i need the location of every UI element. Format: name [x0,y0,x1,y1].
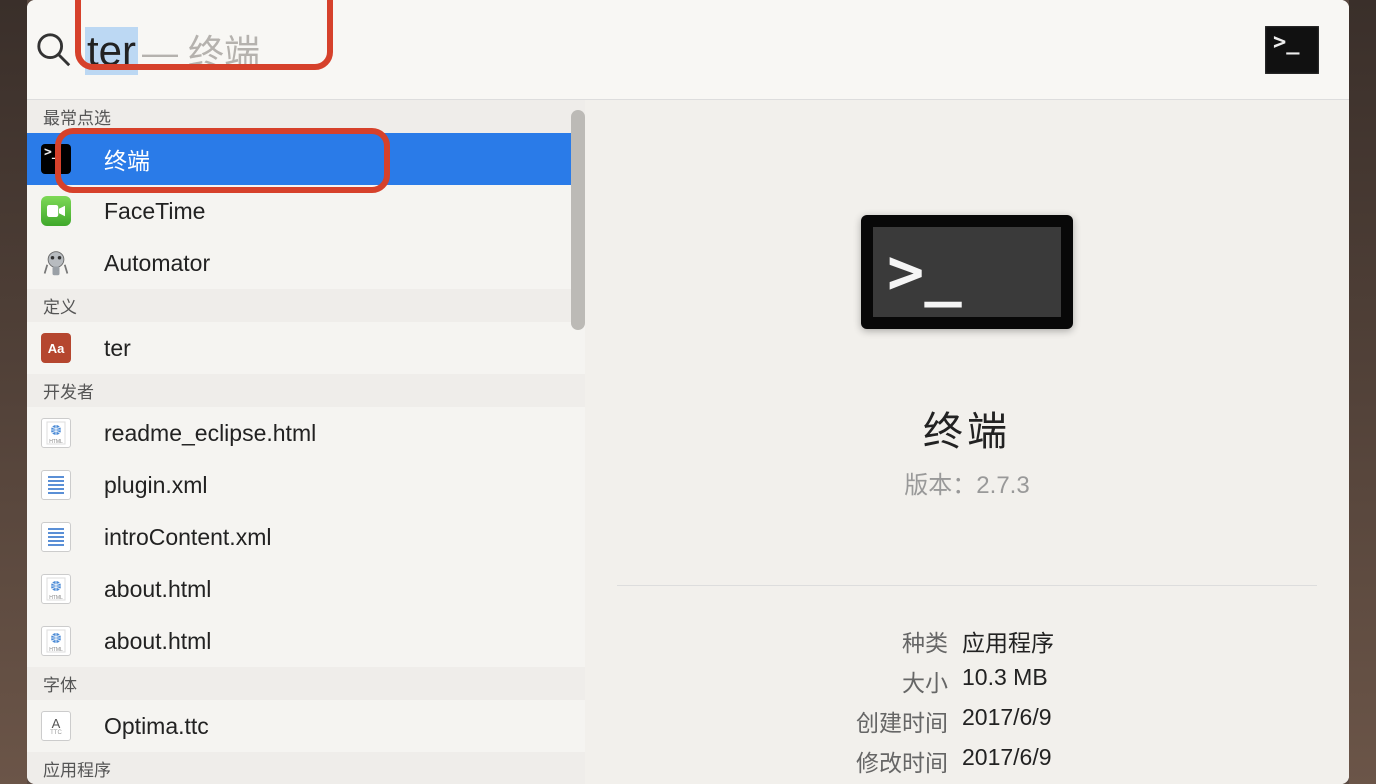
background-edge [1349,0,1376,784]
svg-text:HTML: HTML [49,647,63,653]
result-item-label: FaceTime [104,198,205,225]
metadata-value: 2017/6/9 [962,704,1052,738]
svg-text:HTML: HTML [49,595,63,601]
dictionary-icon: Aa [41,333,71,363]
result-item[interactable]: HTML about.html [27,563,585,615]
result-item[interactable]: plugin.xml [27,459,585,511]
metadata-label: 创建时间 [617,704,962,738]
font-file-icon: ATTC [41,711,71,741]
xml-file-icon [41,470,71,500]
html-file-icon: HTML [41,626,71,656]
section-header: 最常点选 [27,100,585,133]
automator-icon [41,248,71,278]
html-file-icon: HTML [41,574,71,604]
metadata-value: 2017/6/9 [962,744,1052,778]
metadata-row: 创建时间2017/6/9 [617,704,1317,738]
section-header: 字体 [27,667,585,700]
background-edge [0,0,27,784]
result-item[interactable]: HTML about.html [27,615,585,667]
facetime-icon [41,196,71,226]
result-item[interactable]: HTML readme_eclipse.html [27,407,585,459]
metadata-row: 大小10.3 MB [617,664,1317,698]
preview-pane: >_ 终端 版本：2.7.3 种类应用程序大小10.3 MB创建时间2017/6… [585,100,1349,784]
metadata-value: 10.3 MB [962,664,1048,698]
divider [617,585,1317,586]
section-header: 开发者 [27,374,585,407]
spotlight-window: ter — 终端 >_ 最常点选>_终端FaceTimeAutomator定义A… [27,0,1349,784]
preview-version: 版本：2.7.3 [904,465,1029,500]
result-item-label: 终端 [104,142,150,176]
preview-title: 终端 [923,399,1011,457]
result-item-label: plugin.xml [104,472,208,499]
search-input[interactable]: ter — 终端 [85,24,1265,76]
terminal-icon: >_ [1265,26,1319,74]
html-file-icon: HTML [41,418,71,448]
result-item-label: ter [104,335,131,362]
result-item[interactable]: Aa ter [27,322,585,374]
metadata-row: 修改时间2017/6/9 [617,744,1317,778]
section-header: 定义 [27,289,585,322]
search-completion-text: — 终端 [142,24,260,76]
xml-file-icon [41,522,71,552]
metadata-row: 种类应用程序 [617,624,1317,658]
search-bar[interactable]: ter — 终端 >_ [27,0,1349,100]
result-item-label: about.html [104,628,211,655]
svg-text:HTML: HTML [49,439,63,445]
results-list[interactable]: 最常点选 >_ 终端 FaceTime Automator 定义 Aa ter 开发者 HTML r… [27,100,585,784]
section-header: 应用程序 [27,752,585,784]
result-item[interactable]: introContent.xml [27,511,585,563]
result-item[interactable]: FaceTime [27,185,585,237]
metadata-value: 应用程序 [962,624,1054,658]
result-item-label: about.html [104,576,211,603]
result-item[interactable]: >_ 终端 [27,133,585,185]
search-icon [35,31,73,69]
scrollbar[interactable] [571,110,585,330]
metadata-label: 种类 [617,624,962,658]
metadata-label: 大小 [617,664,962,698]
terminal-icon: >_ [41,144,71,174]
result-item-label: Optima.ttc [104,713,209,740]
terminal-icon: >_ [861,215,1073,329]
result-item-label: readme_eclipse.html [104,420,316,447]
result-item-label: introContent.xml [104,524,271,551]
result-item-label: Automator [104,250,210,277]
search-query-text: ter [85,27,138,75]
metadata-label: 修改时间 [617,744,962,778]
result-item[interactable]: ATTC Optima.ttc [27,700,585,752]
metadata-table: 种类应用程序大小10.3 MB创建时间2017/6/9修改时间2017/6/9 [617,624,1317,784]
result-item[interactable]: Automator [27,237,585,289]
